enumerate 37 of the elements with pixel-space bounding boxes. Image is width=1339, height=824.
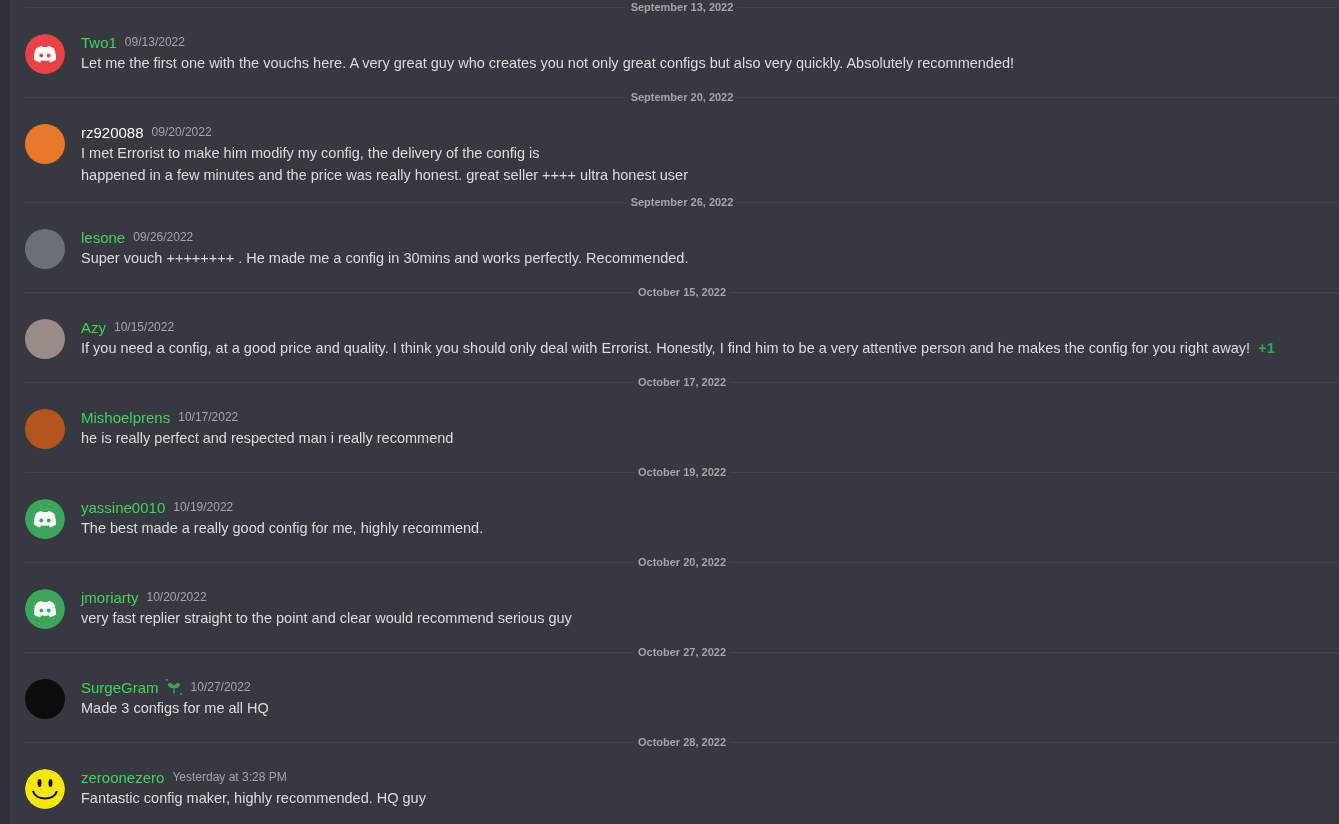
message-text: he is really perfect and respected man i really recommend — [81, 429, 454, 448]
message-text: Made 3 configs for me all HQ — [81, 699, 269, 718]
timestamp: 10/15/2022 — [114, 320, 175, 334]
message-text: happened in a few minutes and the price was really honest. great seller ++++ ultra honest user — [81, 166, 688, 185]
smiley-avatar-icon[interactable] — [25, 769, 65, 809]
username[interactable]: Two1 — [81, 33, 117, 51]
timestamp: 09/20/2022 — [151, 125, 212, 139]
timestamp: 09/13/2022 — [124, 35, 185, 49]
timestamp: 10/19/2022 — [173, 500, 234, 514]
timestamp: 10/20/2022 — [146, 590, 207, 604]
timestamp: 10/27/2022 — [190, 680, 251, 694]
message-text: Let me the first one with the vouchs here. A very great guy who creates you not only great configs but also very quickly. Absolutely recommended! — [81, 54, 1015, 73]
message-text: I met Errorist to make him modify my config, the delivery of the config is — [81, 144, 540, 163]
username[interactable]: Azy — [81, 318, 106, 336]
username[interactable]: SurgeGram — [81, 678, 159, 696]
username[interactable]: Mishoelprens — [81, 408, 171, 426]
message-text: very fast replier straight to the point and clear would recommend serious guy — [81, 609, 572, 628]
username[interactable]: rz920088 — [81, 123, 144, 141]
timestamp: Yesterday at 3:28 PM — [172, 770, 287, 784]
message-text: The best made a really good config for me, highly recommend. — [81, 519, 484, 538]
photo-placeholder[interactable] — [25, 229, 65, 269]
avatar-icon[interactable] — [25, 589, 65, 629]
message-text: If you need a config, at a good price and quality. I think you should only deal with Errorist. Honestly, I find him to be a very attentive person and he makes the config for you right away! — [81, 339, 1250, 358]
username[interactable]: yassine0010 — [81, 498, 166, 516]
timestamp: 10/17/2022 — [178, 410, 239, 424]
photo-placeholder[interactable] — [25, 409, 65, 449]
username[interactable]: zeroonezero — [81, 768, 165, 786]
photo-placeholder[interactable] — [25, 319, 65, 359]
username[interactable]: jmoriarty — [81, 588, 139, 606]
username[interactable]: lesone — [81, 228, 126, 246]
avatar-icon[interactable] — [25, 34, 65, 74]
avatar-icon[interactable] — [25, 499, 65, 539]
emoji: +1 — [1258, 338, 1276, 358]
message-text: Fantastic config maker, highly recommended. HQ guy — [81, 789, 426, 808]
timestamp: 09/26/2022 — [133, 230, 194, 244]
photo-placeholder[interactable] — [25, 124, 65, 164]
message-text: Super vouch ++++++++ . He made me a config in 30mins and works perfectly. Recommended. — [81, 249, 689, 268]
